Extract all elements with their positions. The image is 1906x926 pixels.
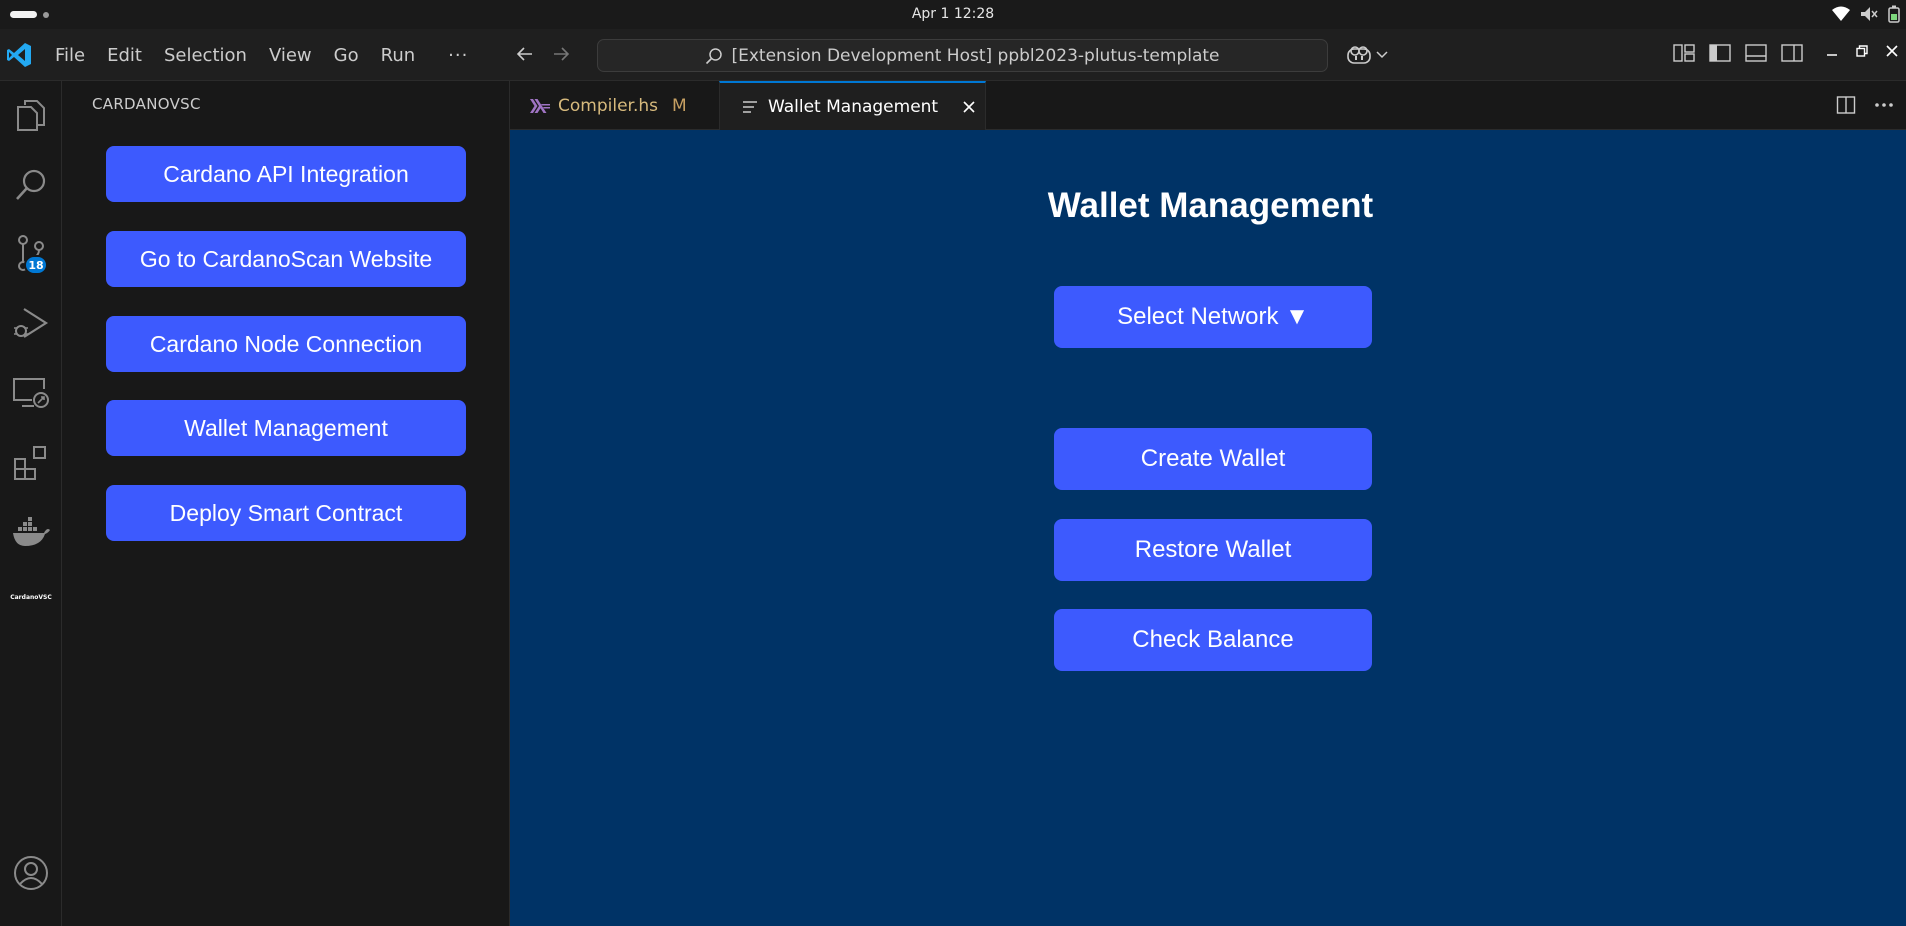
activity-accounts[interactable] [0,845,62,901]
menu-selection[interactable]: Selection [153,45,258,66]
wallet-management-button[interactable]: Wallet Management [106,400,466,456]
title-bar: File Edit Selection View Go Run ··· [Ext… [0,29,1906,81]
vscode-logo-icon[interactable] [6,42,32,68]
forward-arrow-icon[interactable] [551,44,571,64]
sidebar-cardanovsc: CARDANOVSC Cardano API Integration Go to… [62,81,510,926]
search-icon [706,47,723,64]
menu-run[interactable]: Run [370,45,427,66]
back-arrow-icon[interactable] [515,44,535,64]
minimize-icon[interactable] [1826,45,1838,57]
activity-bar: 18 CardanoVSC [0,81,62,926]
close-window-icon[interactable] [1886,45,1898,57]
restore-icon[interactable] [1856,45,1868,57]
toggle-secondary-sidebar-icon[interactable] [1781,43,1803,63]
activity-search[interactable] [0,157,62,213]
customize-layout-icon[interactable] [1673,43,1695,63]
copilot-icon [1347,46,1371,64]
activity-run-debug[interactable] [0,295,62,351]
layout-controls [1673,43,1803,63]
menu-more-button[interactable]: ··· [426,45,486,66]
split-editor-icon[interactable] [1836,95,1856,115]
command-center-text: [Extension Development Host] ppbl2023-pl… [731,45,1220,66]
wallet-management-webview: Wallet Management Select Network ▼ Creat… [510,130,1906,926]
menu-go[interactable]: Go [323,45,370,66]
activity-source-control[interactable]: 18 [0,225,62,281]
tab-compiler-label: Compiler.hs [558,95,658,116]
account-icon [14,856,48,890]
preview-file-icon [743,100,757,113]
copilot-menu[interactable] [1346,43,1388,65]
os-clock[interactable]: Apr 1 12:28 [0,6,1906,22]
create-wallet-button[interactable]: Create Wallet [1054,428,1372,490]
menu-view[interactable]: View [258,45,323,66]
os-status-area[interactable] [1832,5,1900,23]
window-controls [1826,45,1898,57]
source-control-badge: 18 [24,255,48,275]
activity-remote-explorer[interactable] [0,365,62,421]
activity-cardanovsc[interactable]: CardanoVSC [0,594,62,601]
wifi-icon [1832,6,1850,21]
tab-wallet-management[interactable]: Wallet Management [719,81,986,130]
editor-actions [1836,95,1894,115]
docker-icon [13,517,50,546]
activity-explorer[interactable] [0,87,62,143]
cardanoscan-website-button[interactable]: Go to CardanoScan Website [106,231,466,287]
menu-edit[interactable]: Edit [96,45,153,66]
remote-explorer-icon [13,378,49,408]
navigation-arrows [515,44,571,64]
activity-extensions[interactable] [0,435,62,491]
more-actions-icon[interactable] [1874,102,1894,108]
os-top-bar: Apr 1 12:28 [0,0,1906,29]
tab-compiler-hs[interactable]: Compiler.hs M [510,81,720,130]
extensions-icon [14,446,46,480]
close-icon [963,100,975,113]
cardano-node-connection-button[interactable]: Cardano Node Connection [106,316,466,372]
page-title: Wallet Management [1047,186,1374,225]
activity-docker[interactable] [0,505,62,561]
volume-muted-icon [1861,7,1878,21]
select-network-dropdown[interactable]: Select Network ▼ [1054,286,1372,348]
toggle-panel-icon[interactable] [1745,43,1767,63]
run-debug-icon [14,308,49,338]
menu-file[interactable]: File [44,45,96,66]
chevron-down-icon [1376,51,1388,59]
cardano-api-integration-button[interactable]: Cardano API Integration [106,146,466,202]
menu-bar: File Edit Selection View Go Run ··· [44,29,486,81]
modified-indicator: M [672,95,687,116]
toggle-primary-sidebar-icon[interactable] [1709,43,1731,63]
editor-tabs: Compiler.hs M Wallet Management [510,81,1906,130]
haskell-file-icon [530,98,550,113]
tab-close-button[interactable] [962,100,976,114]
search-icon [16,169,46,200]
command-center[interactable]: [Extension Development Host] ppbl2023-pl… [597,39,1328,72]
deploy-smart-contract-button[interactable]: Deploy Smart Contract [106,485,466,541]
restore-wallet-button[interactable]: Restore Wallet [1054,519,1372,581]
tab-wallet-label: Wallet Management [768,96,939,117]
files-icon [17,100,45,131]
sidebar-title: CARDANOVSC [92,95,201,113]
battery-icon [1888,5,1900,23]
check-balance-button[interactable]: Check Balance [1054,609,1372,671]
